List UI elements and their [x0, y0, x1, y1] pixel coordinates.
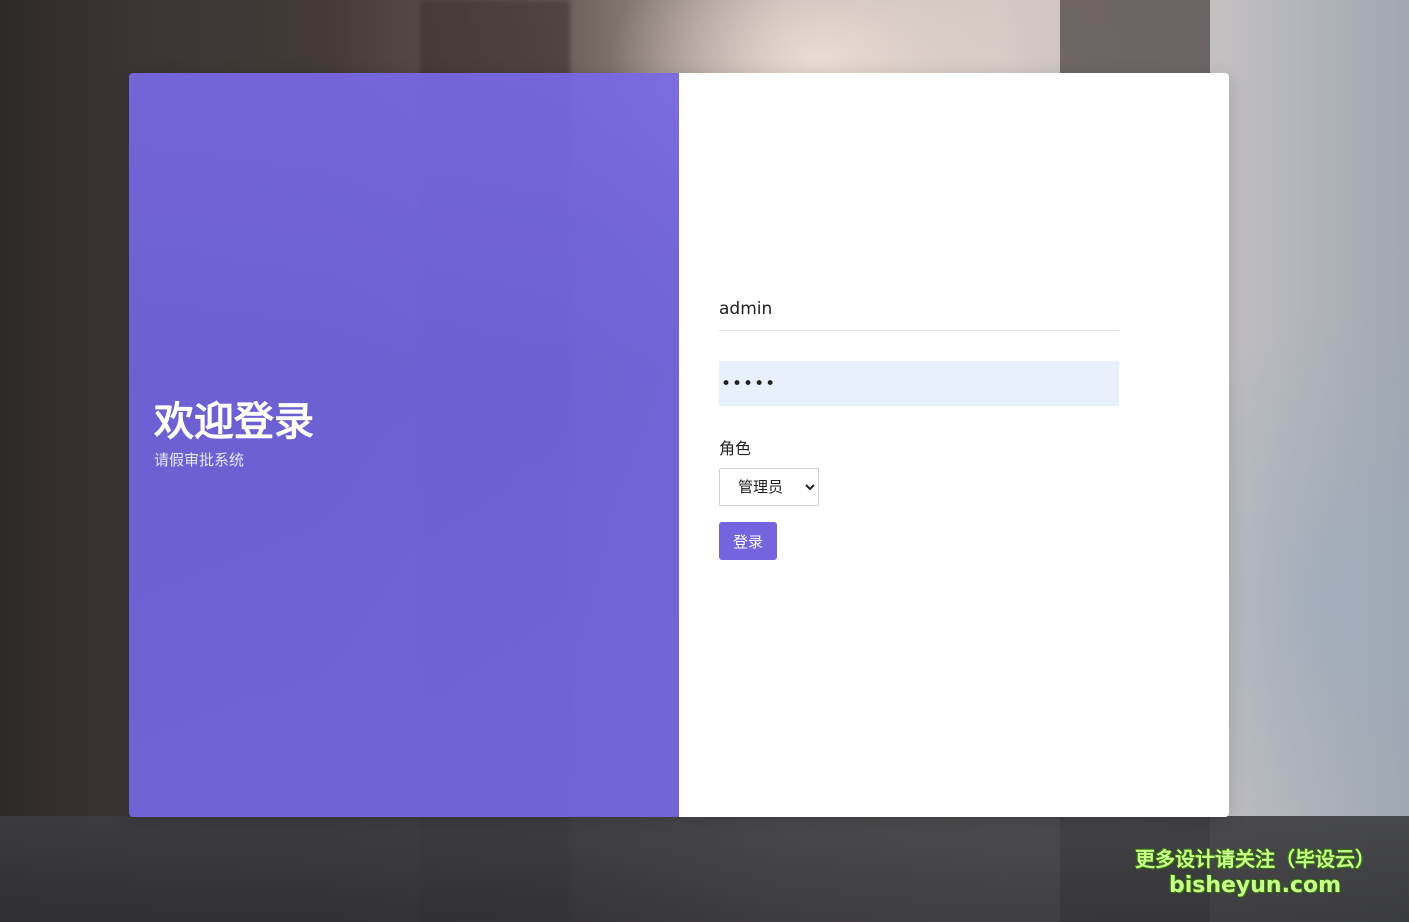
login-form-panel: 角色 管理员 登录 [679, 73, 1229, 817]
role-label: 角色 [719, 439, 752, 458]
welcome-title: 欢迎登录 [154, 399, 314, 445]
watermark-url: bisheyun.com [1168, 873, 1342, 898]
welcome-block: 欢迎登录 请假审批系统 [154, 398, 314, 470]
system-name: 请假审批系统 [154, 451, 245, 469]
login-form: 角色 管理员 登录 [719, 287, 1119, 560]
watermark: 更多设计请关注（毕设云） bisheyun.com [1110, 845, 1400, 899]
login-button[interactable]: 登录 [719, 522, 777, 560]
role-select[interactable]: 管理员 [719, 468, 819, 506]
username-input[interactable] [719, 287, 1119, 331]
password-input[interactable] [719, 361, 1119, 406]
watermark-text: 更多设计请关注（毕设云） [1135, 847, 1375, 871]
login-card: 欢迎登录 请假审批系统 角色 管理员 登录 [129, 73, 1229, 817]
welcome-panel: 欢迎登录 请假审批系统 [129, 73, 679, 817]
